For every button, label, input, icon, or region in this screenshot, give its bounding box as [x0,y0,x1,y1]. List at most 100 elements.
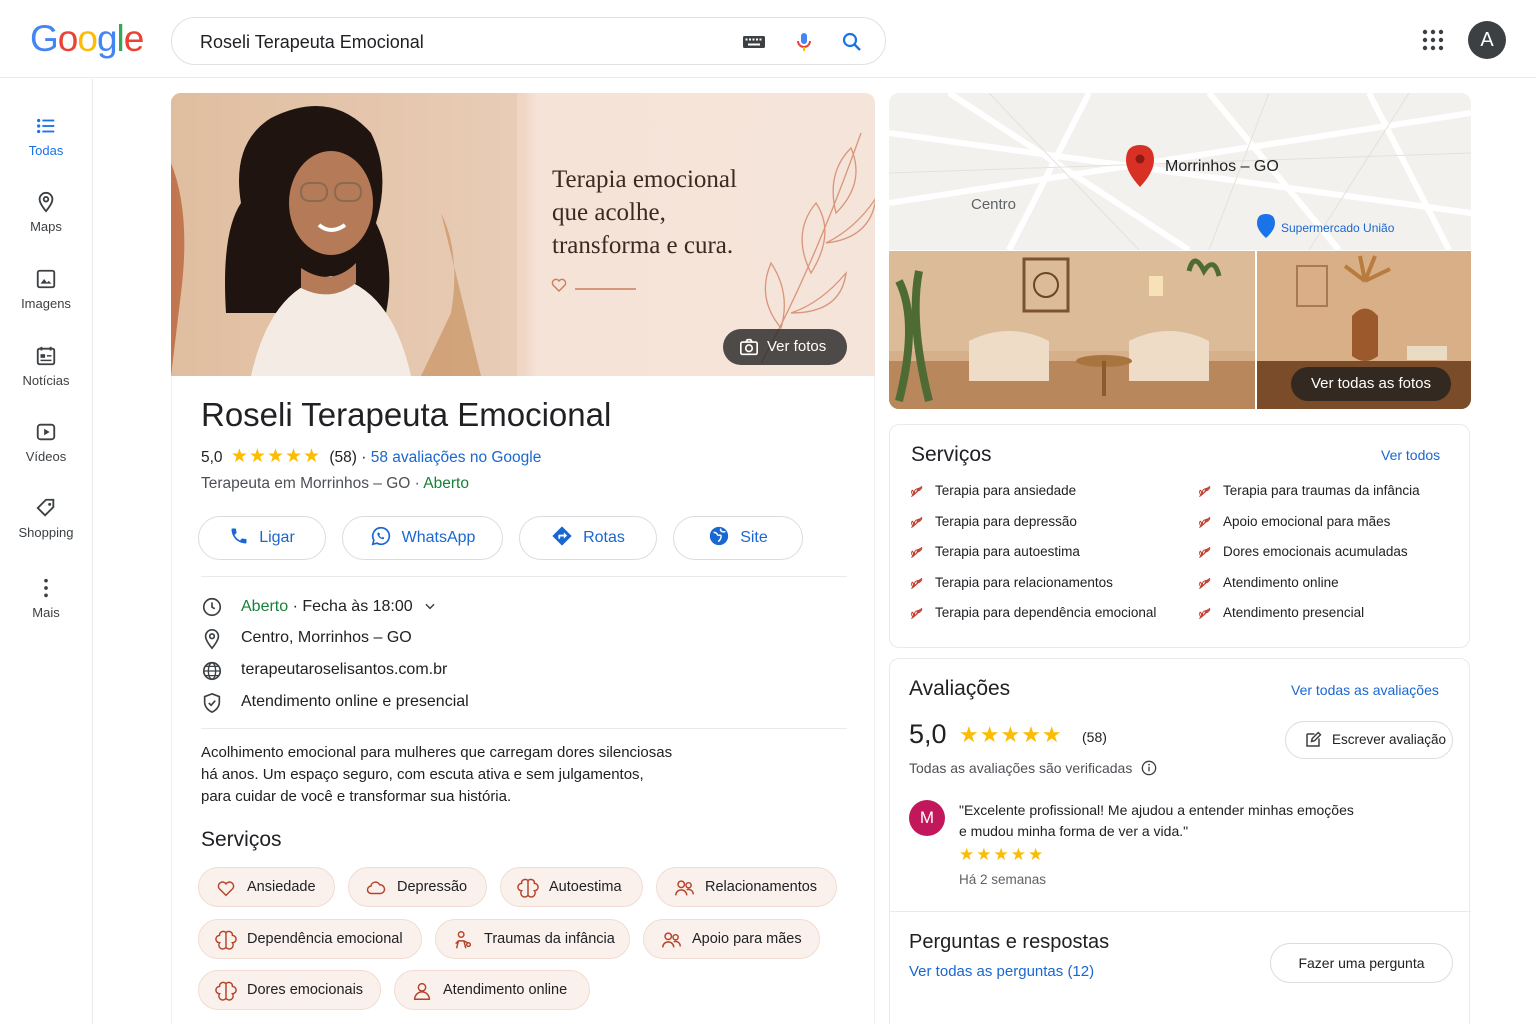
nav-item-mais[interactable]: Mais [0,577,92,637]
qa-link[interactable]: Ver todas as perguntas (12) [909,963,1094,980]
ask-question-button[interactable]: Fazer uma pergunta [1270,943,1453,983]
description-line: há anos. Um espaço seguro, com escuta at… [201,766,644,783]
chip-label: Depressão [397,879,468,895]
service-chip-maes[interactable]: Apoio para mães [643,919,820,959]
map-poi-label[interactable]: Supermercado União [1281,221,1394,235]
reviews-title: Avaliações [909,677,1011,700]
website-label: Site [740,529,768,546]
brain-icon [215,930,237,950]
info-icon[interactable] [1141,760,1157,776]
service-chip-dependencia[interactable]: Dependência emocional [198,919,422,959]
see-all-photos-button[interactable]: Ver todas as fotos [1291,367,1451,401]
nav-label: Shopping [18,525,74,540]
whatsapp-icon [371,527,390,546]
call-button[interactable]: Ligar [198,516,326,560]
directions-button[interactable]: Rotas [519,516,657,560]
microphone-icon[interactable] [792,30,816,54]
service-chip-depressao[interactable]: Depressão [348,867,487,907]
nav-label: Notícias [22,373,70,388]
service-list-item: Terapia para ansiedade [909,483,1076,498]
search-icon[interactable] [840,30,864,54]
reviewer-avatar: M [909,800,945,836]
reviews-link[interactable]: 58 avaliações no Google [371,449,542,466]
service-item-label: Dores emocionais acumuladas [1223,544,1408,559]
service-item-label: Atendimento online [1223,574,1339,590]
logo-letter: o [77,18,98,59]
services-card-title: Serviços [911,443,992,466]
service-item-label: Terapia para autoestima [935,544,1080,559]
service-chip-online[interactable]: Atendimento online [394,970,590,1010]
chevron-down-icon[interactable] [423,599,437,613]
chip-label: Autoestima [549,879,622,895]
services-see-all-link[interactable]: Ver todos [1381,447,1440,463]
nav-item-maps[interactable]: Maps [0,191,92,251]
write-review-button[interactable]: Escrever avaliação [1285,721,1453,759]
nav-item-videos[interactable]: Vídeos [0,421,92,481]
service-chip-traumas[interactable]: Traumas da infância [435,919,630,959]
hours-status: Aberto [241,598,289,615]
nav-item-todas[interactable]: Todas [0,115,92,175]
chip-label: Dores emocionais [247,982,364,998]
reviews-rating: 5,0 [909,719,947,749]
child-icon [455,931,472,949]
nav-item-noticias[interactable]: Notícias [0,345,92,405]
keyboard-icon[interactable] [742,30,766,54]
description-line: para cuidar de você e transformar sua hi… [201,788,512,805]
separator-dot: · [292,598,298,615]
nav-item-shopping[interactable]: Shopping [0,497,92,557]
phone-icon [231,528,247,544]
search-input[interactable]: Roseli Terapeuta Emocional [200,32,424,53]
service-mode-text: Atendimento online e presencial [241,693,469,710]
review-count: (58) [329,449,357,466]
business-name: Roseli Terapeuta Emocional [201,396,612,433]
leaf-icon [911,485,923,498]
service-chip-ansiedade[interactable]: Ansiedade [198,867,335,907]
google-logo[interactable]: Google [30,18,145,60]
location-map[interactable]: Morrinhos – GO Centro Supermercado União [889,93,1471,250]
chip-label: Ansiedade [247,879,316,895]
leaf-icon [1199,516,1211,528]
map-pin-icon [38,191,54,213]
divider [890,911,1471,912]
nav-item-imagens[interactable]: Imagens [0,268,92,328]
clock-icon [202,597,222,617]
see-photos-button[interactable]: Ver fotos [723,329,847,365]
whatsapp-label: WhatsApp [401,529,476,546]
globe-icon [710,527,729,546]
verified-text: Todas as avaliações são verificadas [909,760,1133,776]
video-icon [36,423,56,441]
service-item-label: Atendimento presencial [1223,605,1365,620]
brain-icon [215,981,237,1001]
office-photo[interactable] [889,251,1255,409]
cloud-icon [366,881,386,895]
nav-label: Vídeos [25,449,67,464]
review-stars: ★★★★★ [959,845,1046,864]
search-box[interactable]: Roseli Terapeuta Emocional [171,17,886,65]
service-chip-autoestima[interactable]: Autoestima [500,867,643,907]
globe-outline-icon [202,661,222,681]
hero-quote-line: Terapia emocional [552,166,737,193]
reviews-see-all-link[interactable]: Ver todas as avaliações [1291,682,1439,698]
account-avatar[interactable]: A [1468,21,1506,59]
map-pin-icon [204,629,220,650]
logo-letter: e [123,18,145,59]
hero-banner[interactable]: Terapia emocional que acolhe, transforma… [171,93,875,376]
business-category: Terapeuta em Morrinhos – GO [201,475,411,492]
whatsapp-button[interactable]: WhatsApp [342,516,503,560]
service-chip-relacionamentos[interactable]: Relacionamentos [656,867,837,907]
leaf-icon [911,577,923,589]
apps-grid-icon[interactable] [1421,28,1445,52]
service-list-item: Terapia para dependência emocional [909,605,1156,620]
separator-dot: · [361,449,367,466]
website-button[interactable]: Site [673,516,803,560]
service-item-label: Terapia para ansiedade [935,483,1077,498]
service-chip-dores[interactable]: Dores emocionais [198,970,381,1010]
logo-letter: g [96,18,118,59]
brain-icon [517,878,539,898]
chip-label: Relacionamentos [705,879,818,895]
review-text: "Excelente profissional! Me ajudou a ent… [959,800,1354,842]
verified-note: Todas as avaliações são verificadas [909,760,1157,776]
map-pin-marker [1126,145,1154,187]
hero-quote-line: que acolhe, [552,199,666,226]
category-line: Terapeuta em Morrinhos – GO · Aberto [201,475,469,493]
